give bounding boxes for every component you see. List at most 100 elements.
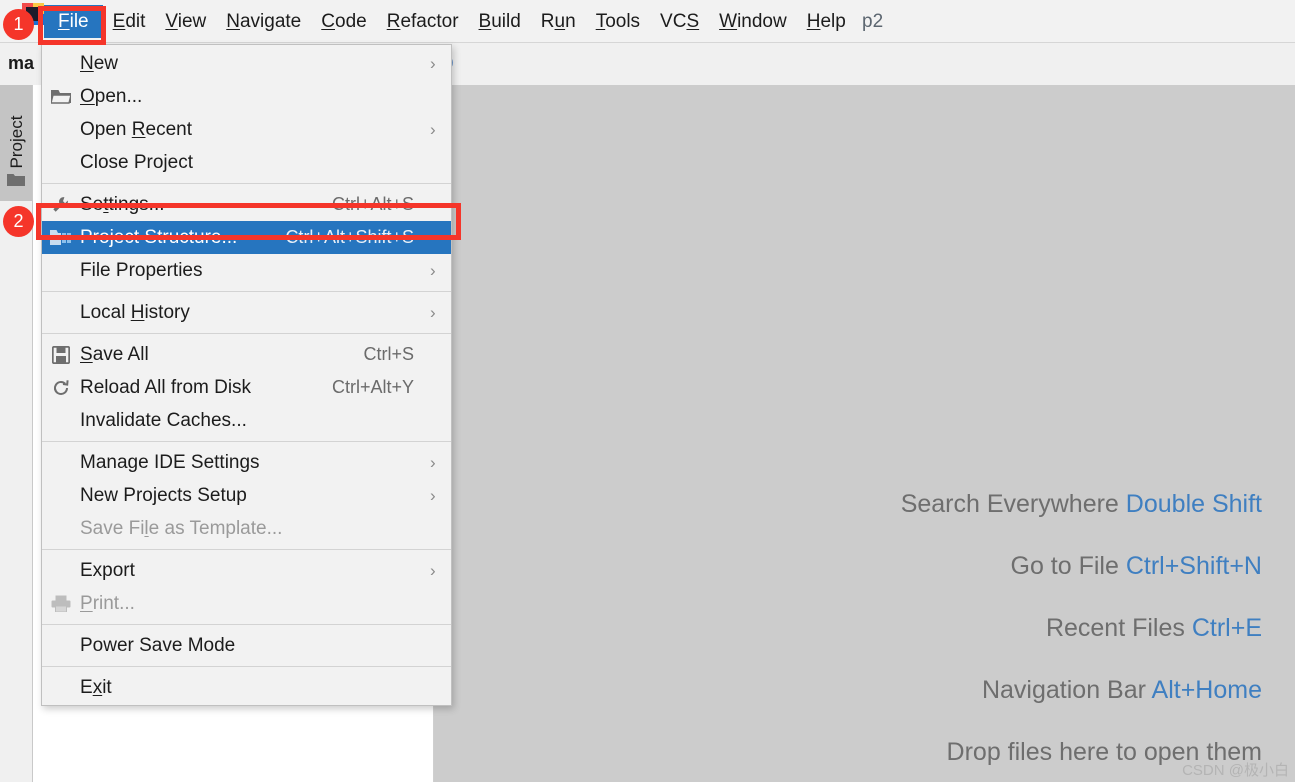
menu-item-label: Save File as Template... <box>80 517 283 539</box>
annotation-badge-2: 2 <box>3 206 34 237</box>
menu-bar: File Edit View Navigate Code Refactor Build Run… <box>0 0 1295 43</box>
chevron-right-icon: › <box>430 120 436 139</box>
breadcrumb-partial[interactable]: ma <box>8 53 34 74</box>
menu-icon-placeholder <box>42 302 80 324</box>
menu-icon-placeholder <box>42 518 80 540</box>
project-icon <box>42 227 80 249</box>
menu-item-label: Open... <box>80 85 143 107</box>
menu-bar-items: File Edit View Navigate Code Refactor Build Run… <box>44 0 856 43</box>
left-tool-strip: Project <box>0 85 33 782</box>
menu-icon-placeholder <box>42 119 80 141</box>
menubar-window[interactable]: Window <box>709 8 797 35</box>
chevron-right-icon: › <box>430 453 436 472</box>
welcome-hint-action: Search Everywhere <box>900 490 1119 518</box>
menu-item-label: Invalidate Caches... <box>80 409 247 431</box>
welcome-hint-action: Go to File <box>1010 552 1119 580</box>
menu-icon-placeholder <box>42 677 80 699</box>
menu-item-power-save-mode[interactable]: Power Save Mode <box>42 629 451 662</box>
menu-item-label: Local History <box>80 301 190 323</box>
menu-item-export[interactable]: Export › <box>42 554 451 587</box>
menu-item-open-recent[interactable]: Open Recent › <box>42 113 451 146</box>
welcome-hint-shortcut: Alt+Home <box>1151 676 1262 704</box>
chevron-right-icon: › <box>430 561 436 580</box>
chevron-right-icon: › <box>430 54 436 73</box>
welcome-hint-shortcut: Double Shift <box>1125 490 1262 518</box>
welcome-hint-row: Search Everywhere Double Shift <box>901 490 1262 519</box>
menu-item-label: Save All <box>80 343 149 365</box>
menu-item-exit[interactable]: Exit <box>42 671 451 704</box>
printer-icon <box>42 593 80 615</box>
menu-item-new-projects-setup[interactable]: New Projects Setup › <box>42 479 451 512</box>
menu-separator <box>42 333 451 334</box>
menu-icon-placeholder <box>42 635 80 657</box>
menu-item-label: Power Save Mode <box>80 634 236 656</box>
folder-icon <box>7 172 25 186</box>
wrench-icon <box>42 194 80 216</box>
menu-icon-placeholder <box>42 410 80 432</box>
welcome-hint-action: Navigation Bar <box>981 676 1146 704</box>
menu-item-manage-ide-settings[interactable]: Manage IDE Settings › <box>42 446 451 479</box>
folder-icon <box>42 86 80 108</box>
welcome-area: Search Everywhere Double Shift Go to File… <box>435 85 1295 782</box>
project-name-label: p2 <box>862 10 884 32</box>
menu-item-settings[interactable]: Settings... Ctrl+Alt+S <box>42 188 451 221</box>
menu-item-new[interactable]: New › <box>42 47 451 80</box>
menu-separator <box>42 291 451 292</box>
menu-item-label: New <box>80 52 119 74</box>
menu-item-label: New Projects Setup <box>80 484 247 506</box>
menu-item-shortcut: Ctrl+Alt+Y <box>331 377 414 397</box>
menubar-help[interactable]: Help <box>797 8 856 35</box>
menu-item-label: Print... <box>80 592 135 614</box>
menu-item-label: Reload All from Disk <box>80 376 252 398</box>
welcome-hint-row: Navigation Bar Alt+Home <box>901 676 1262 705</box>
menu-item-shortcut: Ctrl+Alt+S <box>331 194 414 214</box>
menubar-run[interactable]: Run <box>531 8 586 35</box>
menu-item-shortcut: Ctrl+Alt+Shift+S <box>285 227 414 247</box>
chevron-right-icon: › <box>430 261 436 280</box>
menu-item-reload-all-from-disk[interactable]: Reload All from Disk Ctrl+Alt+Y <box>42 371 451 404</box>
menu-item-project-structure[interactable]: Project Structure... Ctrl+Alt+Shift+S <box>42 221 451 254</box>
menu-item-label: File Properties <box>80 259 203 281</box>
save-icon <box>42 344 80 366</box>
menu-icon-placeholder <box>42 485 80 507</box>
menubar-refactor[interactable]: Refactor <box>377 8 469 35</box>
menu-item-label: Close Project <box>80 151 193 173</box>
menubar-build[interactable]: Build <box>469 8 531 35</box>
menu-separator <box>42 666 451 667</box>
menu-item-open[interactable]: Open... <box>42 80 451 113</box>
menu-icon-placeholder <box>42 152 80 174</box>
menubar-navigate[interactable]: Navigate <box>216 8 311 35</box>
menu-item-label: Export <box>80 559 135 581</box>
menu-item-label: Manage IDE Settings <box>80 451 260 473</box>
menubar-code[interactable]: Code <box>311 8 376 35</box>
menubar-vcs[interactable]: VCS <box>650 8 709 35</box>
menu-item-save-all[interactable]: Save All Ctrl+S <box>42 338 451 371</box>
welcome-hint-shortcut: Ctrl+Shift+N <box>1125 552 1262 580</box>
menu-item-label: Open Recent <box>80 118 192 140</box>
menubar-file[interactable]: File <box>44 5 103 38</box>
menu-item-local-history[interactable]: Local History › <box>42 296 451 329</box>
menu-item-shortcut: Ctrl+S <box>363 344 414 364</box>
menubar-edit[interactable]: Edit <box>103 8 156 35</box>
menu-item-invalidate-caches[interactable]: Invalidate Caches... <box>42 404 451 437</box>
menubar-tools[interactable]: Tools <box>586 8 650 35</box>
welcome-hint-list: Search Everywhere Double Shift Go to File… <box>901 490 1262 782</box>
menu-item-label: Settings... <box>80 193 165 215</box>
reload-icon <box>42 377 80 399</box>
annotation-badge-1: 1 <box>3 9 34 40</box>
welcome-hint-row: Recent Files Ctrl+E <box>901 614 1262 643</box>
menu-icon-placeholder <box>42 452 80 474</box>
menubar-view[interactable]: View <box>155 8 216 35</box>
menu-separator <box>42 183 451 184</box>
chevron-right-icon: › <box>430 486 436 505</box>
welcome-hint-row: Go to File Ctrl+Shift+N <box>901 552 1263 581</box>
menu-item-print: Print... <box>42 587 451 620</box>
welcome-hint-shortcut: Ctrl+E <box>1191 614 1262 642</box>
menu-item-file-properties[interactable]: File Properties › <box>42 254 451 287</box>
chevron-right-icon: › <box>430 303 436 322</box>
menu-icon-placeholder <box>42 53 80 75</box>
ide-window: File Edit View Navigate Code Refactor Build Run… <box>0 0 1295 782</box>
menu-item-save-file-as-template: Save File as Template... <box>42 512 451 545</box>
menu-icon-placeholder <box>42 260 80 282</box>
menu-item-close-project[interactable]: Close Project <box>42 146 451 179</box>
